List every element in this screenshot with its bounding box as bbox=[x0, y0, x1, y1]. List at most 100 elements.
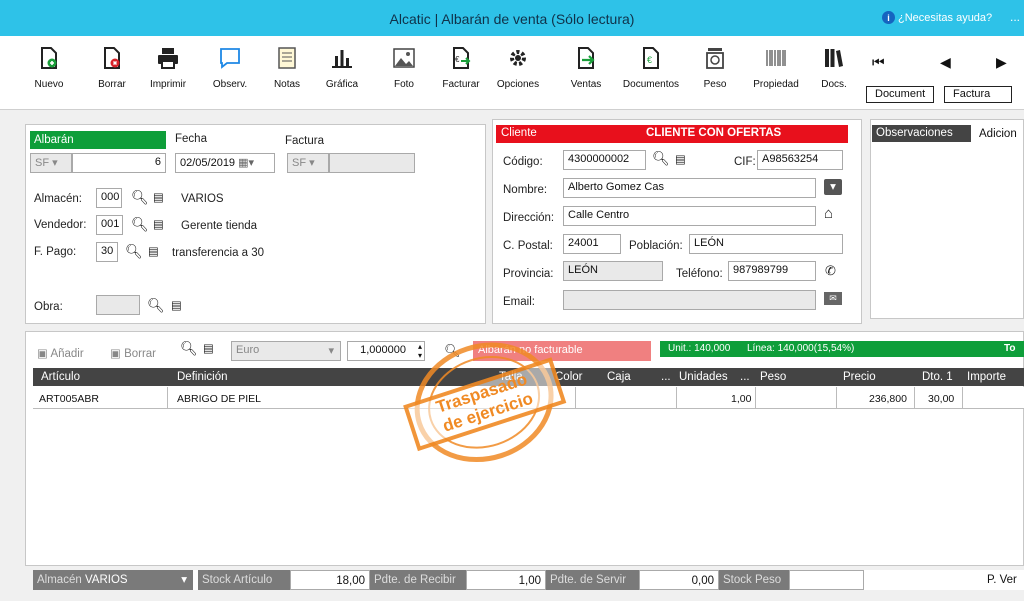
fecha-field[interactable]: 02/05/2019 ▦▾ bbox=[175, 153, 275, 173]
cliente-offer-label: CLIENTE CON OFERTAS bbox=[646, 127, 782, 139]
fpago-label: F. Pago: bbox=[34, 246, 77, 258]
serie-select[interactable]: SF ▾ bbox=[30, 153, 72, 173]
home-icon[interactable]: ⌂ bbox=[824, 205, 833, 222]
codigo-search-icon[interactable]: 🔍︎ bbox=[652, 150, 670, 167]
delete-line-button[interactable]: ▣ Borrar bbox=[110, 346, 156, 360]
tab-adicional[interactable]: Adicion bbox=[975, 126, 1021, 142]
col-unidades[interactable]: Unidades bbox=[679, 371, 728, 383]
vendedor-code-field[interactable]: 001 bbox=[96, 215, 123, 235]
library-icon bbox=[825, 49, 843, 67]
notes-button[interactable]: Notas bbox=[257, 46, 317, 90]
previous-record-button[interactable]: ◀ bbox=[940, 54, 951, 71]
fpago-search-icon[interactable]: 🔍︎ bbox=[125, 243, 143, 260]
barcode-icon bbox=[766, 50, 786, 66]
stock-value: 18,00 bbox=[290, 570, 370, 590]
obra-field[interactable] bbox=[96, 295, 140, 315]
obra-search-icon[interactable]: 🔍︎ bbox=[147, 297, 165, 314]
almacen-notes-icon[interactable]: ▤ bbox=[153, 190, 164, 204]
almacen-label: Almacén: bbox=[34, 193, 82, 205]
col-divider bbox=[836, 387, 837, 409]
next-record-button[interactable]: ▶ bbox=[996, 54, 1007, 71]
new-button[interactable]: Nuevo bbox=[19, 46, 79, 90]
row-articulo: ART005ABR bbox=[39, 393, 99, 405]
invoice-button[interactable]: € Facturar bbox=[431, 46, 491, 90]
svg-text:€: € bbox=[647, 55, 652, 65]
col-definicion[interactable]: Definición bbox=[177, 371, 228, 383]
lines-search-icon[interactable]: 🔍︎ bbox=[180, 340, 198, 357]
provincia-field[interactable]: LEÓN bbox=[563, 261, 663, 281]
notes-icon bbox=[278, 47, 296, 69]
recibir-value: 1,00 bbox=[466, 570, 546, 590]
col-caja[interactable]: Caja bbox=[607, 371, 631, 383]
currency-select[interactable]: Euro ▾ bbox=[231, 341, 341, 361]
col-dto[interactable]: Dto. 1 bbox=[922, 371, 953, 383]
help-link[interactable]: i ¿Necesitas ayuda? bbox=[882, 11, 992, 24]
weight-label: Peso bbox=[703, 79, 727, 90]
numero-field[interactable]: 6 bbox=[72, 153, 166, 173]
telefono-label: Teléfono: bbox=[676, 268, 723, 280]
chat-icon[interactable]: ▾ bbox=[824, 179, 842, 195]
col-dots-1[interactable]: ... bbox=[661, 371, 671, 383]
add-line-button[interactable]: ▣ Añadir bbox=[37, 346, 84, 360]
info-icon: i bbox=[882, 11, 895, 24]
docs-button[interactable]: Docs. bbox=[804, 46, 864, 90]
phone-icon[interactable]: ✆ bbox=[825, 263, 836, 279]
almacen-name: VARIOS bbox=[181, 193, 224, 205]
calendar-icon[interactable]: ▦▾ bbox=[238, 157, 254, 169]
col-articulo[interactable]: Artículo bbox=[41, 371, 80, 383]
row-definicion: ABRIGO DE PIEL bbox=[177, 393, 262, 405]
fact-serie-select[interactable]: SF ▾ bbox=[287, 153, 329, 173]
vendedor-label: Vendedor: bbox=[34, 219, 87, 231]
documents-icon: € bbox=[643, 47, 659, 69]
fpago-notes-icon[interactable]: ▤ bbox=[148, 244, 159, 258]
first-record-button[interactable]: ⏮ bbox=[872, 54, 885, 71]
chart-button[interactable]: Gráfica bbox=[312, 46, 372, 90]
tab-factura[interactable]: Factura bbox=[944, 86, 1012, 103]
print-button[interactable]: Imprimir bbox=[138, 46, 198, 90]
invoice-icon: € bbox=[453, 47, 471, 69]
email-field[interactable] bbox=[563, 290, 816, 310]
servir-value: 0,00 bbox=[639, 570, 719, 590]
options-button[interactable]: Opciones bbox=[488, 46, 548, 90]
sales-button[interactable]: Ventas bbox=[556, 46, 616, 90]
footer-almacen[interactable]: Almacén VARIOS ▾ bbox=[33, 570, 193, 590]
vendedor-search-icon[interactable]: 🔍︎ bbox=[131, 216, 149, 233]
codigo-field[interactable]: 4300000002 bbox=[563, 150, 646, 170]
observ-button[interactable]: Observ. bbox=[200, 46, 260, 90]
mail-icon[interactable]: ✉ bbox=[824, 292, 842, 305]
add-line-label: Añadir bbox=[50, 348, 84, 360]
almacen-search-icon[interactable]: 🔍︎ bbox=[131, 189, 149, 206]
total-label: To bbox=[1004, 343, 1016, 354]
poblacion-label: Población: bbox=[629, 240, 683, 252]
cpostal-field[interactable]: 24001 bbox=[563, 234, 621, 254]
codigo-notes-icon[interactable]: ▤ bbox=[675, 152, 686, 166]
poblacion-field[interactable]: LEÓN bbox=[689, 234, 843, 254]
telefono-field[interactable]: 987989799 bbox=[728, 261, 816, 281]
more-button[interactable]: ... bbox=[1010, 10, 1020, 24]
footer-bar: Almacén VARIOS ▾ Stock Artículo 18,00 Pdt… bbox=[33, 570, 1024, 590]
photo-icon bbox=[393, 48, 415, 68]
cif-field[interactable]: A98563254 bbox=[757, 150, 843, 170]
documents-button[interactable]: € Documentos bbox=[621, 46, 681, 90]
fact-numero-field[interactable] bbox=[329, 153, 415, 173]
tab-document[interactable]: Document bbox=[866, 86, 935, 103]
chart-label: Gráfica bbox=[325, 79, 359, 90]
vendedor-notes-icon[interactable]: ▤ bbox=[153, 217, 164, 231]
options-label: Opciones bbox=[496, 79, 540, 90]
col-peso[interactable]: Peso bbox=[760, 371, 786, 383]
col-precio[interactable]: Precio bbox=[843, 371, 876, 383]
col-dots-2[interactable]: ... bbox=[740, 371, 750, 383]
col-importe[interactable]: Importe bbox=[967, 371, 1006, 383]
almacen-code-field[interactable]: 000 bbox=[96, 188, 122, 208]
fpago-code-field[interactable]: 30 bbox=[96, 242, 118, 262]
delete-button[interactable]: Borrar bbox=[82, 46, 142, 90]
photo-button[interactable]: Foto bbox=[374, 46, 434, 90]
weight-button[interactable]: Peso bbox=[685, 46, 745, 90]
property-button[interactable]: Propiedad bbox=[746, 46, 806, 90]
nombre-field[interactable]: Alberto Gomez Cas bbox=[563, 178, 816, 198]
obra-notes-icon[interactable]: ▤ bbox=[171, 298, 182, 312]
gear-icon bbox=[510, 50, 526, 66]
direccion-field[interactable]: Calle Centro bbox=[563, 206, 816, 226]
tab-observaciones[interactable]: Observaciones bbox=[872, 125, 971, 142]
lines-notes-icon[interactable]: ▤ bbox=[203, 341, 214, 355]
